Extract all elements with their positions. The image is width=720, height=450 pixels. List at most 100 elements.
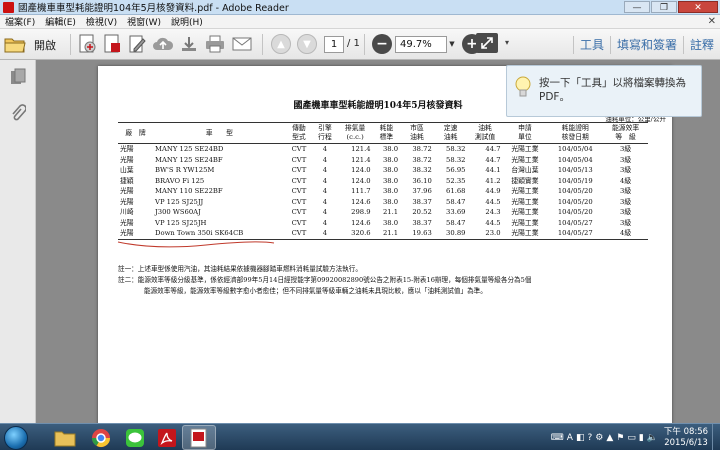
table-cell: 104/05/27	[547, 228, 604, 240]
red-underline-annotation	[117, 241, 275, 248]
column-header: 定速 油耗	[433, 122, 468, 144]
ime-icon[interactable]: ◧	[576, 433, 585, 443]
zoom-dropdown-icon[interactable]: ▼	[447, 36, 457, 53]
taskbar-chrome[interactable]	[84, 425, 118, 450]
table-cell: 光陽	[120, 155, 134, 164]
table-cell: 光陽工業	[511, 145, 539, 153]
next-page-button[interactable]: ▼	[297, 34, 317, 54]
table-cell: 捷穎實業	[511, 176, 539, 185]
table-cell: 104/05/13	[557, 166, 593, 174]
table-cell: 38.0	[382, 155, 399, 164]
table-cell: J300 WS60AJ	[155, 208, 201, 216]
table-cell: CVT	[291, 176, 307, 185]
menu-help[interactable]: 說明(H)	[166, 15, 208, 28]
table-row: 光陽 Down Town 350i SK64CB CVT 4 320.6 21.1 19.6…	[118, 228, 648, 240]
input-language[interactable]: A	[567, 433, 573, 443]
table-cell: MANY 110 SE22BF	[155, 187, 223, 195]
table-cell: 3級	[620, 218, 632, 227]
table-cell: 3級	[620, 197, 632, 206]
table-cell: 光陽工業	[511, 187, 539, 195]
page-thumbnails-icon[interactable]	[10, 68, 26, 86]
menu-window[interactable]: 視窗(W)	[122, 15, 166, 28]
menu-edit[interactable]: 編輯(E)	[40, 15, 81, 28]
taskbar-acrobat[interactable]	[150, 425, 184, 450]
save-icon[interactable]	[178, 34, 200, 54]
column-header: 油耗 測試值	[467, 122, 503, 144]
table-row: 光陽 MANY 125 SE24BF CVT 4 121.4 38.0 38.72 58.32…	[118, 155, 648, 166]
clock[interactable]: 下午 08:56 2015/6/13	[662, 427, 710, 449]
previous-page-button[interactable]: ▲	[271, 34, 291, 54]
table-cell: 52.35	[446, 176, 466, 185]
adobe-reader-icon	[3, 1, 14, 13]
upload-cloud-icon[interactable]	[152, 34, 174, 54]
close-document-button[interactable]: ✕	[708, 16, 716, 27]
taskbar-adobe-reader-active[interactable]	[182, 425, 216, 450]
toolbar-overflow-icon[interactable]: ▾	[505, 38, 509, 58]
network-icon[interactable]: ▮	[639, 433, 644, 443]
page-number-input[interactable]: 1	[324, 36, 344, 53]
lightbulb-icon	[515, 76, 531, 97]
tools-hint-tooltip[interactable]: 按一下「工具」以將檔案轉換為 PDF。	[506, 65, 702, 117]
export-pdf-icon[interactable]	[101, 34, 123, 54]
table-cell: 124.6	[351, 218, 371, 227]
column-header: 申請 單位	[502, 122, 548, 144]
footnote-2b: 能源效率等級，能源效率等級數字愈小者愈佳；但不同排氣量等級車輛之油耗未具現比較，…	[144, 287, 487, 295]
fuel-data-table: 廠 牌車 型傳動 型式 引擎 行程 排氣量 (c.c.) 耗能 標準 市區 油耗 定速 油耗 油耗 測試值…	[118, 122, 648, 240]
table-cell: CVT	[291, 218, 307, 227]
close-window-button[interactable]: ✕	[678, 1, 718, 13]
table-cell: 19.63	[400, 228, 434, 240]
maximize-button[interactable]: ❐	[651, 1, 677, 13]
document-viewport[interactable]: 國產機車車型耗能證明104年5月核發資料 油耗單位：公里/公升 廠 牌車 型傳動…	[36, 60, 720, 423]
keyboard-icon[interactable]: ⌨	[551, 433, 564, 443]
full-screen-icon[interactable]	[476, 33, 498, 53]
table-row: 光陽 MANY 125 SE24BD CVT 4 121.4 38.0 38.72 58.32…	[118, 144, 648, 155]
zoom-out-button[interactable]: −	[372, 34, 392, 54]
table-cell: MANY 125 SE24BF	[155, 155, 223, 164]
table-cell: 38.72	[412, 145, 432, 153]
open-button-label[interactable]: 開啟	[34, 37, 56, 53]
taskbar-explorer[interactable]	[48, 425, 82, 450]
table-cell: CVT	[291, 187, 307, 195]
acrobat-icon	[158, 428, 176, 447]
table-row: 光陽 VP 125 SJ25JJ CVT 4 124.6 38.0 38.37 58.47 44…	[118, 197, 648, 208]
taskbar: ⌨ A ◧ ? ⚙ ▲ ⚑ ▭ ▮ 🔈 下午 08:56 2015/6/13	[0, 423, 720, 450]
tooltip-text: 按一下「工具」以將檔案轉換為 PDF。	[539, 77, 686, 103]
volume-icon[interactable]: 🔈	[647, 433, 658, 443]
menu-file[interactable]: 檔案(F)	[0, 15, 40, 28]
attachments-icon[interactable]	[10, 104, 27, 122]
table-cell: 3級	[620, 145, 632, 153]
table-cell: 4級	[603, 228, 648, 240]
tab-fill-sign[interactable]: 填寫和簽署	[609, 35, 683, 54]
column-header: 引擎 行程	[312, 122, 338, 144]
tab-tools[interactable]: 工具	[572, 35, 610, 54]
help-icon[interactable]: ?	[587, 433, 592, 443]
table-cell: 121.4	[351, 155, 371, 164]
create-pdf-icon[interactable]	[76, 34, 98, 54]
flag-icon[interactable]: ⚑	[616, 433, 624, 443]
menu-view[interactable]: 檢視(V)	[81, 15, 122, 28]
tab-comment[interactable]: 註釋	[682, 35, 720, 54]
table-cell: 61.68	[446, 187, 466, 195]
footnote-2a: 註二：能源效率等級分級基準，係依經濟部99年5月14日經授能字第09920082…	[118, 276, 532, 284]
main-toolbar: 開啟 ▲ ▼ 1 / 1 − 49.7% ▼ + ▾ 工具 填寫和簽署 註釋	[0, 29, 720, 60]
table-cell: 41.2	[485, 176, 501, 185]
system-tray: ⌨ A ◧ ? ⚙ ▲ ⚑ ▭ ▮ 🔈 下午 08:56 2015/6/13	[548, 424, 720, 450]
column-header: 耗能證明 核發日期	[547, 122, 604, 144]
show-desktop-button[interactable]	[712, 424, 720, 450]
email-icon[interactable]	[231, 34, 253, 54]
table-cell: 44.7	[485, 145, 501, 153]
table-cell: 光陽工業	[502, 228, 548, 240]
minimize-button[interactable]: —	[624, 1, 650, 13]
open-folder-icon[interactable]	[4, 34, 26, 54]
settings-icon[interactable]: ⚙	[595, 433, 603, 443]
zoom-level-input[interactable]: 49.7%	[395, 36, 447, 53]
start-button[interactable]	[4, 426, 28, 450]
table-cell: 光陽	[120, 218, 134, 227]
show-hidden-icons[interactable]: ▲	[606, 433, 613, 443]
table-cell: 4	[322, 166, 328, 174]
edit-pdf-icon[interactable]	[126, 34, 148, 54]
taskbar-line[interactable]	[118, 425, 152, 450]
display-icon[interactable]: ▭	[627, 433, 636, 443]
table-cell: 104/05/27	[557, 218, 593, 227]
print-icon[interactable]	[204, 34, 226, 54]
